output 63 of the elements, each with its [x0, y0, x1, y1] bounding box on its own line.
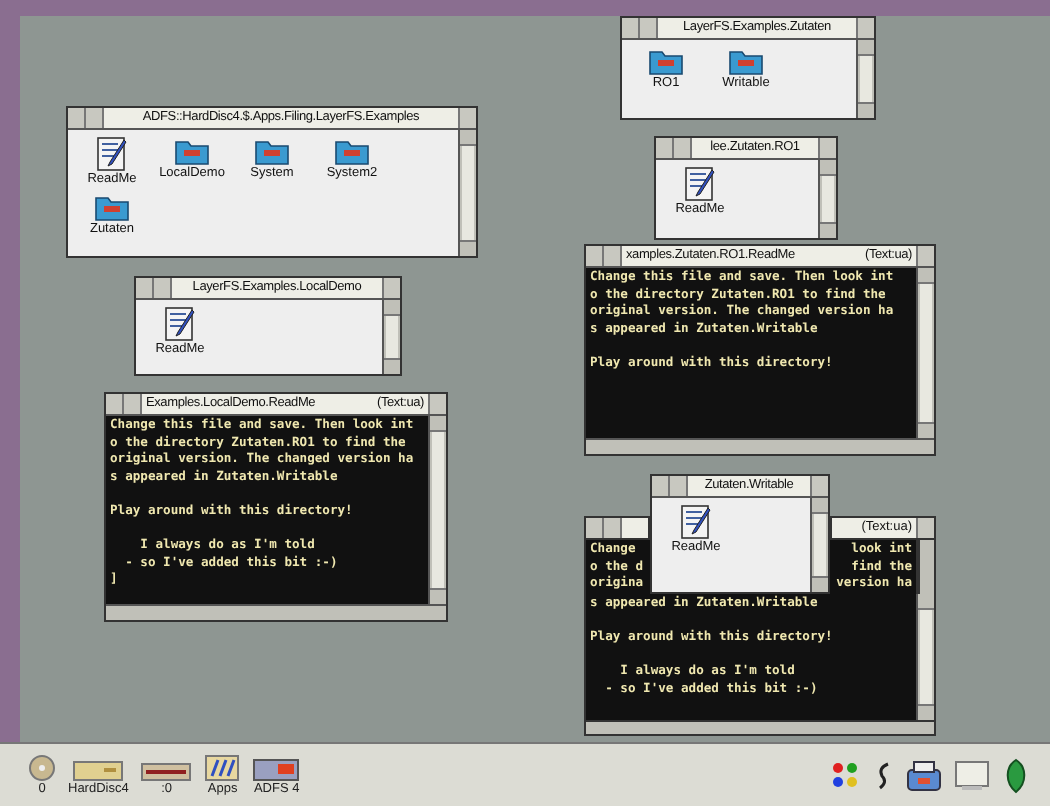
- vertical-scrollbar[interactable]: [428, 416, 446, 604]
- toggle-size-icon[interactable]: [916, 246, 934, 266]
- floppy-drive-icon: [140, 761, 193, 781]
- acorn-icon: [1002, 757, 1030, 793]
- horizontal-scrollbar[interactable]: [584, 720, 936, 736]
- monitor-icon: [954, 759, 990, 791]
- back-icon[interactable]: [586, 246, 604, 266]
- palette-icon: [830, 759, 862, 791]
- horizontal-scrollbar[interactable]: [106, 604, 446, 620]
- back-icon[interactable]: [68, 108, 86, 128]
- printer-icon: [906, 759, 942, 791]
- squiggle-icon: [874, 759, 894, 791]
- toggle-size-icon[interactable]: [810, 476, 828, 496]
- window-title-bar[interactable]: [584, 516, 650, 540]
- scroll-thumb[interactable]: [920, 609, 932, 704]
- vertical-scrollbar[interactable]: [916, 593, 934, 720]
- back-icon[interactable]: [622, 18, 640, 38]
- scroll-thumb[interactable]: [432, 432, 444, 588]
- document-pen-icon: [162, 306, 198, 342]
- close-icon[interactable]: [124, 394, 142, 414]
- disc-icon: [28, 753, 56, 781]
- scroll-thumb[interactable]: [822, 176, 834, 222]
- document-pen-icon: [682, 166, 718, 202]
- toggle-size-icon[interactable]: [382, 278, 400, 298]
- back-icon[interactable]: [652, 476, 670, 496]
- close-icon[interactable]: [154, 278, 172, 298]
- back-icon[interactable]: [656, 138, 674, 158]
- folder-icon: [94, 192, 130, 222]
- close-icon[interactable]: [86, 108, 104, 128]
- vertical-scrollbar[interactable]: [458, 130, 476, 256]
- vertical-scrollbar[interactable]: [810, 498, 828, 592]
- scroll-thumb[interactable]: [920, 284, 932, 422]
- text-area[interactable]: [106, 416, 428, 604]
- vertical-scrollbar[interactable]: [818, 160, 836, 238]
- close-icon[interactable]: [640, 18, 658, 38]
- back-icon[interactable]: [586, 518, 604, 538]
- toggle-size-icon[interactable]: [916, 518, 934, 538]
- apps-icon: [204, 753, 241, 781]
- document-pen-icon: [94, 136, 130, 172]
- close-icon[interactable]: [604, 518, 622, 538]
- folder-icon: [334, 136, 370, 166]
- toggle-size-icon[interactable]: [428, 394, 446, 414]
- document-pen-icon: [678, 504, 714, 540]
- horizontal-scrollbar[interactable]: [586, 438, 934, 454]
- vertical-scrollbar[interactable]: [916, 268, 934, 438]
- scroll-thumb[interactable]: [462, 146, 474, 240]
- vertical-scrollbar[interactable]: [382, 300, 400, 374]
- scroll-thumb[interactable]: [386, 316, 398, 358]
- folder-icon: [174, 136, 210, 166]
- toggle-size-icon[interactable]: [458, 108, 476, 128]
- close-icon[interactable]: [674, 138, 692, 158]
- folder-icon: [254, 136, 290, 166]
- close-icon[interactable]: [604, 246, 622, 266]
- toggle-size-icon[interactable]: [856, 18, 874, 38]
- scroll-thumb[interactable]: [814, 514, 826, 576]
- back-icon[interactable]: [106, 394, 124, 414]
- vertical-scrollbar[interactable]: [856, 40, 874, 118]
- toggle-size-icon[interactable]: [818, 138, 836, 158]
- scroll-thumb[interactable]: [860, 56, 872, 102]
- folder-icon: [728, 46, 764, 76]
- close-icon[interactable]: [670, 476, 688, 496]
- folder-icon: [648, 46, 684, 76]
- back-icon[interactable]: [136, 278, 154, 298]
